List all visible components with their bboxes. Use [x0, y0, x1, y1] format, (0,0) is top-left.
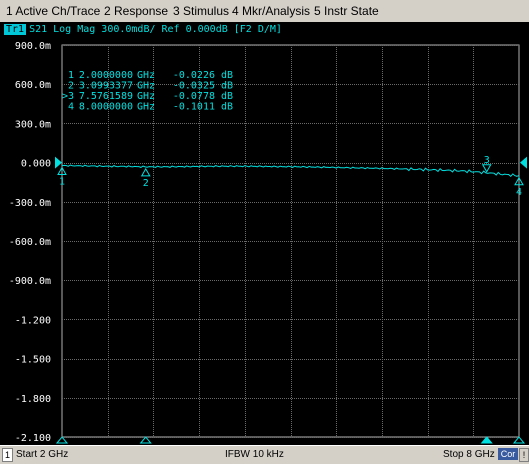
marker-row-freq: 3.0993377: [79, 81, 133, 92]
menu-active-ch-trace[interactable]: 1 Active Ch/Trace: [6, 4, 100, 18]
y-tick-label: -2.100: [15, 433, 51, 444]
ref-level-right-arrow: [520, 156, 527, 169]
trace-line-group: [61, 164, 520, 178]
marker-row-value: -0.0226: [173, 70, 215, 81]
trace-chart[interactable]: 900.0m 600.0m 300.0m 0.000 -300.0m -600.0m -90…: [0, 22, 529, 445]
trace-line: [61, 164, 520, 178]
marker-label: 4: [516, 187, 522, 198]
y-tick-label: -1.800: [15, 394, 51, 405]
menu-stimulus[interactable]: 3 Stimulus: [173, 4, 229, 18]
status-ifbw: IFBW 10 kHz: [225, 449, 284, 460]
marker-label: 3: [484, 155, 490, 166]
marker-row-unit: GHz: [137, 81, 155, 92]
marker-row-id: 2: [68, 81, 74, 92]
y-tick-label: -1.500: [15, 355, 51, 366]
y-tick-label: 900.0m: [15, 41, 51, 52]
status-start: Start 2 GHz: [16, 449, 69, 460]
marker-row-vunit: dB: [221, 70, 233, 81]
menu-mkr-analysis[interactable]: 4 Mkr/Analysis: [232, 4, 310, 18]
y-tick-label: 300.0m: [15, 119, 51, 130]
marker-row-value: -0.0325: [173, 81, 215, 92]
marker-row-vunit: dB: [221, 102, 233, 113]
marker-row-unit: GHz: [137, 91, 155, 102]
y-tick-label: -600.0m: [9, 237, 51, 248]
marker-row-vunit: dB: [221, 81, 233, 92]
marker-row-id: 1: [68, 70, 74, 81]
status-warning[interactable]: !: [519, 448, 529, 462]
ref-level-left-arrow: [55, 156, 62, 169]
status-stop: Stop 8 GHz: [443, 449, 495, 460]
status-channel[interactable]: 1: [2, 448, 13, 462]
status-correction[interactable]: Cor: [498, 448, 518, 460]
marker-pointer: [140, 167, 151, 177]
y-tick-label: 0.000: [21, 159, 51, 170]
status-bar: 1 Start 2 GHz IFBW 10 kHz Stop 8 GHz Cor…: [0, 445, 529, 464]
marker-table: 1 2.0000000 GHz -0.0226 dB 2 3.0993377 GHz -0.03…: [62, 70, 233, 113]
y-tick-label: -1.200: [15, 315, 51, 326]
marker-row-value: -0.0778: [173, 91, 215, 102]
marker-group: 1 2 3 4: [57, 155, 524, 198]
marker-label: 2: [143, 178, 149, 189]
y-tick-label: -900.0m: [9, 276, 51, 287]
marker-row-value: -0.1011: [173, 102, 215, 113]
marker-label: 1: [59, 177, 65, 188]
y-tick-labels: 900.0m 600.0m 300.0m 0.000 -300.0m -600.0m -90…: [9, 41, 51, 444]
menu-bar: 1 Active Ch/Trace 2 Response 3 Stimulus …: [0, 0, 529, 23]
marker-row-vunit: dB: [221, 91, 233, 102]
y-tick-label: -300.0m: [9, 198, 51, 209]
marker-row-freq: 8.0000000: [79, 102, 133, 113]
y-tick-label: 600.0m: [15, 80, 51, 91]
measurement-screen[interactable]: Tr1 S21 Log Mag 300.0mdB/ Ref 0.000dB [F2…: [0, 22, 529, 445]
marker-row-unit: GHz: [137, 70, 155, 81]
marker-row-id: >3: [62, 91, 74, 102]
marker-row-id: 4: [68, 102, 74, 113]
marker-row-unit: GHz: [137, 102, 155, 113]
menu-instr-state[interactable]: 5 Instr State: [314, 4, 379, 18]
menu-response[interactable]: 2 Response: [104, 4, 168, 18]
marker-row-freq: 2.0000000: [79, 70, 133, 81]
marker-row-freq: 7.5761589: [79, 91, 133, 102]
